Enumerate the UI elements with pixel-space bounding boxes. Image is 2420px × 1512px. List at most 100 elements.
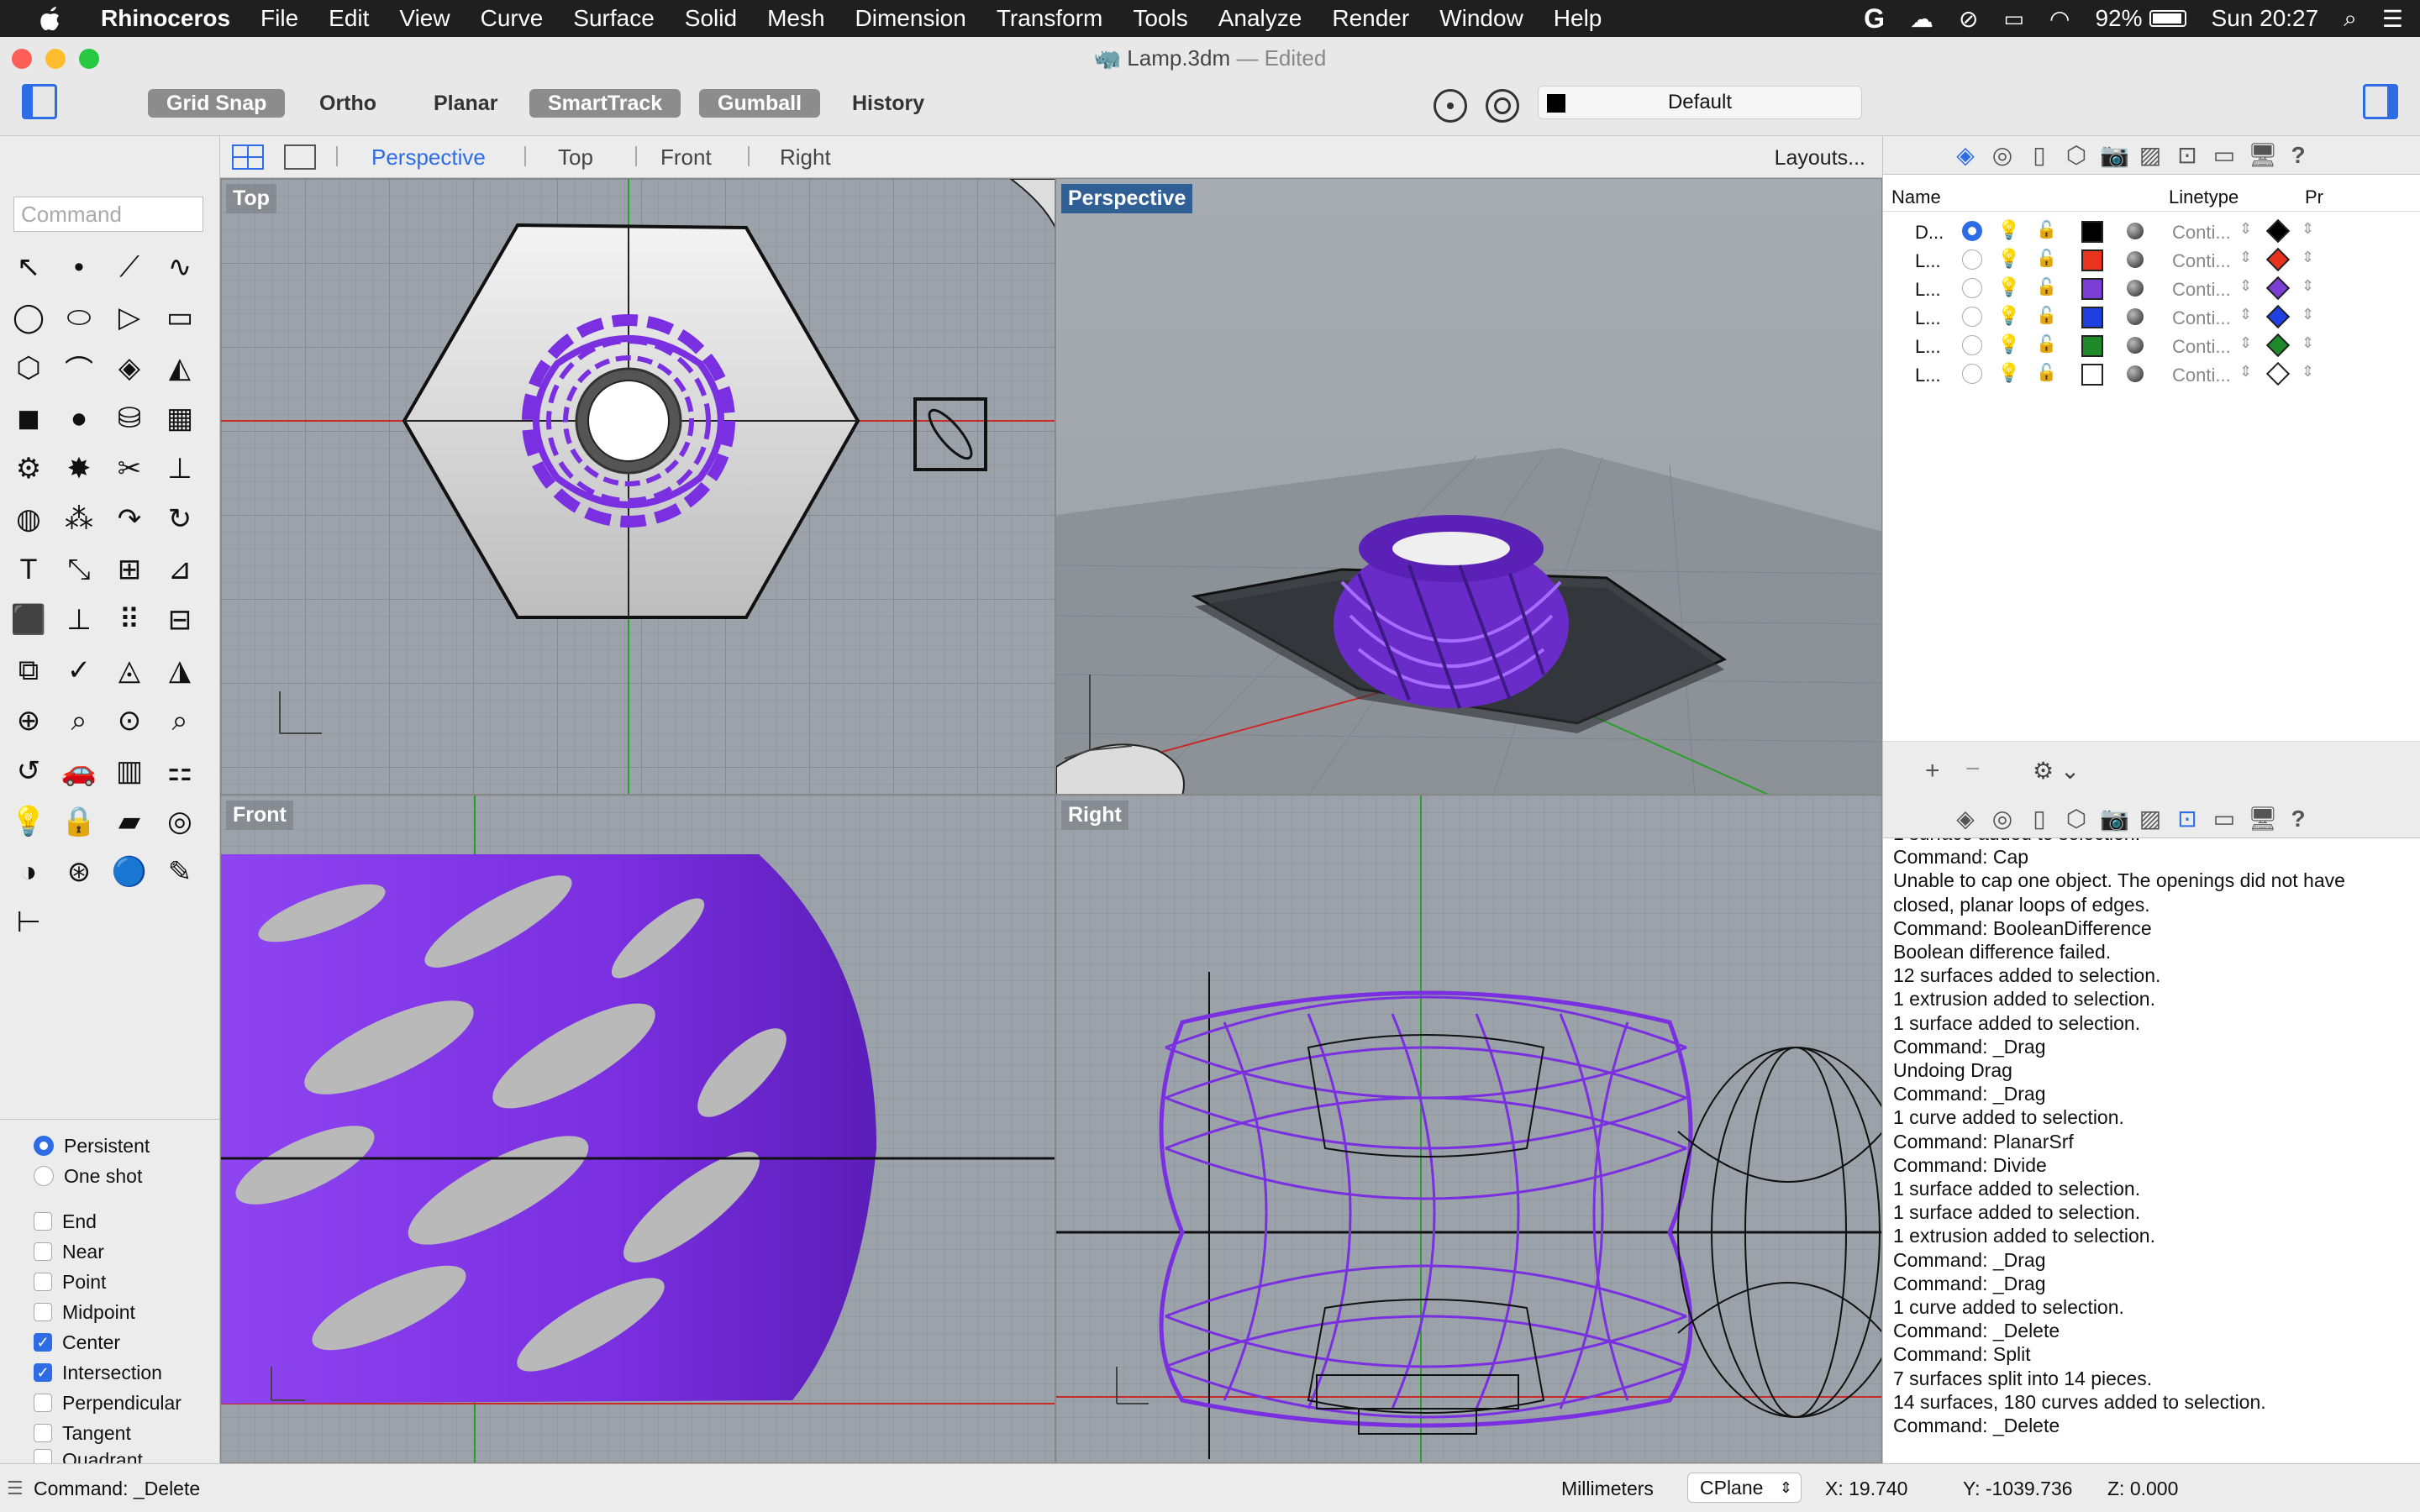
chevron-updown-icon[interactable]: ⇕ <box>2302 249 2314 266</box>
cplane-icon[interactable]: ⊢ <box>7 900 50 944</box>
end-checkbox[interactable] <box>34 1212 52 1231</box>
layer-row[interactable]: L... 💡 🔓 Conti... ⇕ ⇕ <box>1883 360 2420 388</box>
app-menu[interactable]: Rhinoceros <box>101 5 230 32</box>
grid-array-icon[interactable]: ⠿ <box>108 598 151 642</box>
hexagon-icon[interactable]: ⬡ <box>7 346 50 390</box>
viewport-label-top[interactable]: Top <box>226 184 276 213</box>
midpoint-checkbox[interactable] <box>34 1303 52 1321</box>
chevron-updown-icon[interactable]: ⇕ <box>2239 220 2252 238</box>
material-sphere-icon[interactable] <box>2127 308 2144 325</box>
menu-transform[interactable]: Transform <box>997 5 1103 32</box>
layers-tab-icon[interactable]: ◈ <box>1952 806 1979 832</box>
layer-linetype[interactable]: Conti... <box>2172 336 2231 358</box>
array-icon[interactable]: ⊞ <box>108 548 151 591</box>
tab-front[interactable]: Front <box>660 144 712 171</box>
menu-tools[interactable]: Tools <box>1133 5 1187 32</box>
polygon-icon[interactable]: ▷ <box>108 296 151 339</box>
tab-perspective[interactable]: Perspective <box>371 144 486 171</box>
ortho-toggle[interactable]: Ortho <box>301 89 395 118</box>
material-sphere-icon[interactable] <box>2127 365 2144 382</box>
menu-curve[interactable]: Curve <box>481 5 544 32</box>
zoom-window-icon[interactable]: ⊕ <box>7 699 50 743</box>
named-views-tab-icon[interactable]: ▭ <box>2211 806 2238 832</box>
help-tab-icon[interactable]: ? <box>2285 806 2312 832</box>
current-layer-radio[interactable] <box>1962 335 1982 355</box>
notification-center-icon[interactable]: ☰ <box>2382 5 2403 33</box>
surface-from-points-icon[interactable]: ◈ <box>108 346 151 390</box>
osnap-intersection[interactable]: ✓ Intersection <box>34 1358 162 1387</box>
lock-icon[interactable]: 🔓 <box>2036 305 2057 326</box>
print-color-swatch[interactable] <box>2265 276 2291 301</box>
named-views-tab-icon[interactable]: ▭ <box>2211 143 2238 168</box>
layer-color-swatch[interactable] <box>2081 249 2103 271</box>
fillet-curve-icon[interactable]: ⌒ <box>57 346 101 390</box>
lightbulb-icon[interactable]: 💡 <box>1997 362 2020 384</box>
menu-file[interactable]: File <box>260 5 298 32</box>
color-wheel-icon[interactable]: ◎ <box>158 800 202 843</box>
layer-color-swatch[interactable] <box>2081 335 2103 357</box>
solid-tools-icon[interactable]: ⬛ <box>7 598 50 642</box>
layer-name[interactable]: D... <box>1915 222 1944 244</box>
layer-row[interactable]: L... 💡 🔓 Conti... ⇕ ⇕ <box>1883 302 2420 331</box>
battery-status[interactable]: 92% <box>2095 5 2186 32</box>
chevron-updown-icon[interactable]: ⇕ <box>2239 334 2252 352</box>
current-layer-radio[interactable] <box>1962 249 1982 270</box>
layer-name[interactable]: L... <box>1915 250 1941 272</box>
shaded-grid-icon[interactable]: ⊛ <box>57 850 101 894</box>
layouts-button[interactable]: Layouts... <box>1775 146 1865 171</box>
menu-render[interactable]: Render <box>1332 5 1409 32</box>
boolean-union-icon[interactable]: ◍ <box>7 497 50 541</box>
render-tab-icon[interactable]: 🖥 <box>2248 143 2278 168</box>
mesh-icon[interactable]: ▦ <box>158 396 202 440</box>
material-sphere-icon[interactable] <box>2127 223 2144 239</box>
current-layer-selector[interactable]: Default <box>1538 86 1862 119</box>
extrude-surface-icon[interactable]: ◭ <box>158 346 202 390</box>
osnap-quadrant[interactable]: Quadrant <box>34 1449 143 1464</box>
sync-icon[interactable]: ⊘ <box>1959 5 1978 33</box>
current-layer-radio[interactable] <box>1962 364 1982 384</box>
tab-right[interactable]: Right <box>780 144 831 171</box>
layer-color-swatch[interactable] <box>2081 221 2103 243</box>
lock-icon[interactable]: 🔓 <box>2036 362 2057 383</box>
sphere-icon[interactable]: ● <box>57 396 101 440</box>
viewport-right[interactable]: Right <box>1055 795 1882 1463</box>
print-color-swatch[interactable] <box>2265 247 2291 272</box>
layer-name[interactable]: L... <box>1915 307 1941 329</box>
print-color-swatch[interactable] <box>2265 218 2291 244</box>
split-icon[interactable]: ⊥ <box>158 447 202 491</box>
object-properties-tab-icon[interactable]: ⬡ <box>2063 143 2090 168</box>
chevron-updown-icon[interactable]: ⇕ <box>2302 277 2314 295</box>
print-column-header[interactable]: Pr <box>2305 186 2323 208</box>
command-history-log[interactable]: 1 surface added to selection.Command: Ca… <box>1893 838 2414 1460</box>
osnap-near[interactable]: Near <box>34 1237 104 1266</box>
lightbulb-icon[interactable]: 💡 <box>7 800 50 843</box>
box-icon[interactable]: ◼ <box>7 396 50 440</box>
units-label[interactable]: Millimeters <box>1561 1478 1654 1500</box>
persistent-radio[interactable] <box>34 1136 54 1156</box>
perpendicular-checkbox[interactable] <box>34 1394 52 1412</box>
scale-icon[interactable]: ⤡ <box>57 548 101 591</box>
lightbulb-icon[interactable]: 💡 <box>1997 333 2020 355</box>
cylinder-icon[interactable]: ⛁ <box>108 396 151 440</box>
print-color-swatch[interactable] <box>2265 333 2291 358</box>
current-layer-radio[interactable] <box>1962 221 1982 241</box>
wireframe-mode-icon[interactable]: ◑ <box>7 850 50 894</box>
chevron-updown-icon[interactable]: ⇕ <box>2302 306 2314 323</box>
viewport-top[interactable]: Top <box>220 178 1055 795</box>
layer-name[interactable]: L... <box>1915 336 1941 358</box>
named-views-icon[interactable]: ⚏ <box>158 749 202 793</box>
chevron-updown-icon[interactable]: ⇕ <box>2239 249 2252 266</box>
gear-icon[interactable]: ⚙ <box>7 447 50 491</box>
rendered-sphere-icon[interactable]: 🔵 <box>108 850 151 894</box>
select-arrow-icon[interactable]: ↖ <box>7 245 50 289</box>
draft-angle-icon[interactable]: ◮ <box>158 648 202 692</box>
point-checkbox[interactable] <box>34 1273 52 1291</box>
layer-options-gear-icon[interactable]: ⚙ ⌄ <box>2033 757 2080 785</box>
camera-tab-icon[interactable]: 📷 <box>2100 143 2129 168</box>
single-viewport-icon[interactable] <box>284 144 316 170</box>
osnap-perpendicular[interactable]: Perpendicular <box>34 1389 182 1417</box>
near-checkbox[interactable] <box>34 1242 52 1261</box>
materials-tab-icon[interactable]: ▨ <box>2137 806 2164 832</box>
toggle-left-sidebar-icon[interactable] <box>22 84 57 119</box>
viewport-front[interactable]: Front <box>220 795 1055 1463</box>
